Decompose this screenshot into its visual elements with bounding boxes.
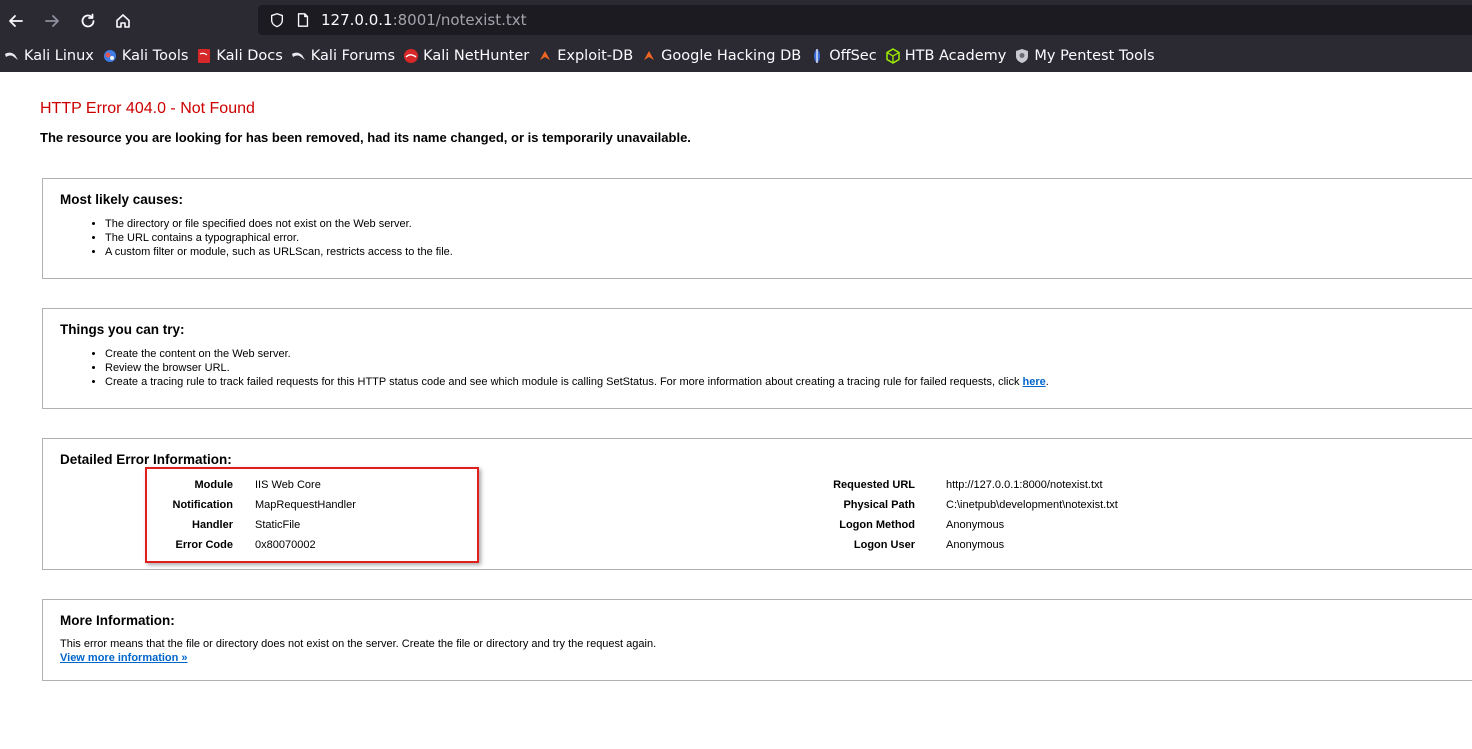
kali-tools-icon (102, 48, 118, 64)
url-text[interactable]: 127.0.0.1:8001/notexist.txt (321, 11, 527, 29)
tracing-text: Create a tracing rule to track failed re… (105, 376, 1023, 388)
bookmark-label: Google Hacking DB (661, 48, 802, 64)
kali-dragon-icon (4, 48, 20, 64)
bookmark-htb-academy[interactable]: HTB Academy (881, 42, 1011, 70)
bookmark-label: Exploit-DB (557, 48, 634, 64)
details-table-right: Requested URL http://127.0.0.1:8000/note… (811, 475, 1118, 555)
url-path: :8001/notexist.txt (392, 11, 527, 29)
tracing-end: . (1045, 376, 1049, 388)
bookmark-label: Kali Tools (121, 48, 189, 64)
more-info-heading: More Information: (60, 613, 175, 628)
home-button[interactable] (110, 8, 136, 34)
causes-section: Most likely causes: The directory or fil… (42, 178, 1472, 279)
table-row: Logon Method Anonymous (811, 515, 1118, 535)
bookmark-kali-forums[interactable]: Kali Forums (287, 42, 399, 70)
bookmark-label: Kali NetHunter (423, 48, 530, 64)
url-host: 127.0.0.1 (321, 11, 393, 29)
offsec-icon (809, 48, 825, 64)
detail-key: Requested URL (833, 479, 915, 491)
list-item: The directory or file specified does not… (105, 217, 453, 231)
bookmark-kali-nethunter[interactable]: Kali NetHunter (399, 42, 533, 70)
detail-value: C:\inetpub\development\notexist.txt (946, 499, 1118, 511)
bookmark-label: Kali Forums (310, 48, 396, 64)
bookmark-label: Kali Docs (216, 48, 283, 64)
ghdb-icon (641, 48, 657, 64)
bookmark-kali-tools[interactable]: Kali Tools (98, 42, 193, 70)
forward-button[interactable] (39, 8, 65, 34)
causes-list: The directory or file specified does not… (105, 217, 453, 259)
nethunter-icon (403, 48, 419, 64)
bookmark-label: HTB Academy (904, 48, 1007, 64)
shield-icon[interactable] (268, 11, 286, 29)
table-row: Requested URL http://127.0.0.1:8000/note… (811, 475, 1118, 495)
bookmark-label: Kali Linux (24, 48, 94, 64)
list-item: Review the browser URL. (105, 361, 1049, 375)
browser-chrome: 127.0.0.1:8001/notexist.txt Kali Linux K… (0, 0, 1472, 72)
forward-arrow-icon (45, 15, 59, 27)
reload-icon (81, 13, 95, 28)
page-content: HTTP Error 404.0 - Not Found The resourc… (0, 72, 1472, 749)
reload-button[interactable] (75, 8, 101, 34)
detail-value: Anonymous (946, 539, 1005, 551)
home-icon (116, 14, 130, 28)
details-heading: Detailed Error Information: (60, 452, 232, 467)
table-row: Logon User Anonymous (811, 535, 1118, 555)
kali-docs-icon (196, 48, 212, 64)
try-heading: Things you can try: (60, 322, 185, 337)
view-more-link[interactable]: View more information » (60, 652, 188, 664)
page-subtitle: The resource you are looking for has bee… (40, 130, 691, 145)
bookmark-label: OffSec (829, 48, 877, 64)
detail-key: Logon Method (839, 519, 915, 531)
bookmark-kali-linux[interactable]: Kali Linux (0, 42, 98, 70)
bookmark-kali-docs[interactable]: Kali Docs (192, 42, 286, 70)
kali-dragon-icon (291, 48, 307, 64)
list-item: A custom filter or module, such as URLSc… (105, 245, 453, 259)
bookmark-my-pentest-tools[interactable]: My Pentest Tools (1010, 42, 1158, 70)
page-icon[interactable] (294, 11, 312, 29)
bookmark-offsec[interactable]: OffSec (805, 42, 881, 70)
try-section: Things you can try: Create the content o… (42, 308, 1472, 409)
more-info-section: More Information: This error means that … (42, 599, 1472, 681)
htb-cube-icon (885, 48, 901, 64)
table-row: Physical Path C:\inetpub\development\not… (811, 495, 1118, 515)
list-item: Create the content on the Web server. (105, 347, 1049, 361)
bookmark-google-hacking-db[interactable]: Google Hacking DB (637, 42, 805, 70)
more-info-text: This error means that the file or direct… (60, 638, 657, 650)
list-item: The URL contains a typographical error. (105, 231, 453, 245)
exploit-db-icon (537, 48, 553, 64)
detail-key: Physical Path (843, 499, 915, 511)
address-bar[interactable]: 127.0.0.1:8001/notexist.txt (258, 5, 1472, 35)
detail-value: Anonymous (946, 519, 1005, 531)
bookmark-label: My Pentest Tools (1034, 48, 1155, 64)
back-arrow-icon (9, 15, 23, 27)
detail-key: Logon User (853, 539, 915, 551)
detail-value: http://127.0.0.1:8000/notexist.txt (946, 479, 1103, 491)
try-list: Create the content on the Web server. Re… (105, 347, 1049, 389)
causes-heading: Most likely causes: (60, 192, 184, 207)
back-button[interactable] (3, 8, 29, 34)
pentest-tools-icon (1014, 48, 1030, 64)
highlight-annotation-box (145, 467, 479, 563)
bookmarks-toolbar: Kali Linux Kali Tools Kali Docs Kali For… (0, 42, 1159, 70)
bookmark-exploit-db[interactable]: Exploit-DB (533, 42, 637, 70)
here-link[interactable]: here (1023, 376, 1046, 388)
page-title: HTTP Error 404.0 - Not Found (40, 100, 255, 117)
list-item: Create a tracing rule to track failed re… (105, 375, 1049, 389)
